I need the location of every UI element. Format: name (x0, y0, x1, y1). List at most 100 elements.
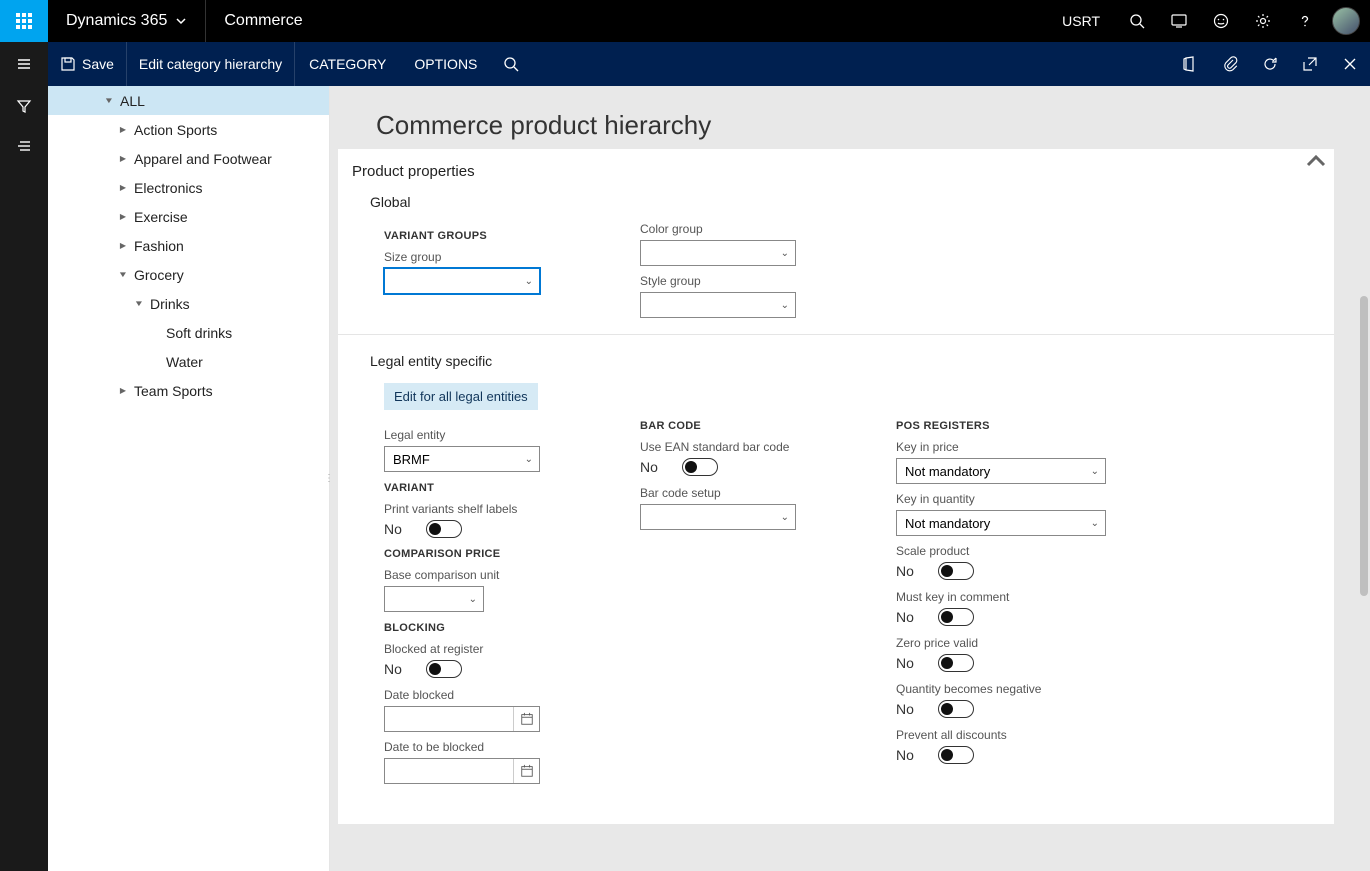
expand-icon[interactable] (116, 211, 130, 222)
office-button[interactable] (1170, 42, 1210, 86)
expand-icon[interactable] (132, 298, 146, 309)
section-title: Product properties (338, 163, 1334, 188)
filter-button[interactable] (0, 86, 48, 126)
search-button[interactable] (1116, 0, 1158, 42)
tree-node[interactable]: Electronics (48, 173, 329, 202)
tree-node-all[interactable]: ALL (48, 86, 329, 115)
popout-button[interactable] (1290, 42, 1330, 86)
save-button[interactable]: Save (48, 42, 127, 86)
scale-product-value: No (896, 563, 920, 579)
popout-icon (1302, 56, 1318, 72)
key-in-quantity-value: Not mandatory (905, 516, 990, 531)
scale-product-label: Scale product (896, 544, 1152, 558)
refresh-button[interactable] (1250, 42, 1290, 86)
tree-node[interactable]: Water (48, 347, 329, 376)
qty-negative-label: Quantity becomes negative (896, 682, 1152, 696)
print-variants-toggle[interactable] (426, 520, 462, 538)
edit-hierarchy-button[interactable]: Edit category hierarchy (127, 42, 295, 86)
chevron-down-icon: ⌄ (525, 276, 533, 287)
chevron-down-icon: ⌄ (525, 454, 533, 465)
zero-price-valid-toggle[interactable] (938, 654, 974, 672)
expand-icon[interactable] (116, 153, 130, 164)
outer-scrollbar[interactable] (1344, 146, 1354, 863)
monitor-icon (1171, 13, 1187, 29)
prevent-discounts-value: No (896, 747, 920, 763)
date-blocked-input[interactable] (384, 706, 540, 732)
date-to-be-blocked-input[interactable] (384, 758, 540, 784)
brand-menu[interactable]: Dynamics 365 (48, 0, 206, 42)
app-launcher[interactable] (0, 0, 48, 42)
tab-category[interactable]: CATEGORY (295, 42, 400, 86)
tree-label: Apparel and Footwear (130, 151, 272, 167)
calendar-icon (520, 712, 534, 726)
tree-node[interactable]: Team Sports (48, 376, 329, 405)
expand-icon[interactable] (116, 385, 130, 396)
tree-label: Electronics (130, 180, 202, 196)
related-button[interactable] (0, 126, 48, 166)
size-group-select[interactable]: ⌄ (384, 268, 540, 294)
legal-entity-select[interactable]: BRMF⌄ (384, 446, 540, 472)
tree-label: Water (162, 354, 203, 370)
zero-price-valid-value: No (896, 655, 920, 671)
tree-label: Fashion (130, 238, 184, 254)
close-button[interactable] (1330, 42, 1370, 86)
user-avatar[interactable] (1332, 7, 1360, 35)
attach-button[interactable] (1210, 42, 1250, 86)
save-label: Save (82, 56, 114, 72)
prevent-discounts-toggle[interactable] (938, 746, 974, 764)
tree-node[interactable]: Apparel and Footwear (48, 144, 329, 173)
tab-options[interactable]: OPTIONS (400, 42, 491, 86)
tree-node[interactable]: Exercise (48, 202, 329, 231)
print-variants-label: Print variants shelf labels (384, 502, 640, 516)
tree-label: Drinks (146, 296, 190, 312)
key-in-quantity-select[interactable]: Not mandatory⌄ (896, 510, 1106, 536)
calendar-button[interactable] (513, 759, 539, 783)
expand-icon[interactable] (102, 95, 116, 106)
expand-icon[interactable] (116, 182, 130, 193)
expand-icon[interactable] (116, 269, 130, 280)
must-key-comment-toggle[interactable] (938, 608, 974, 626)
expand-icon[interactable] (116, 124, 130, 135)
expand-icon[interactable] (116, 240, 130, 251)
scale-product-toggle[interactable] (938, 562, 974, 580)
inner-scrollbar[interactable] (1356, 146, 1368, 863)
calendar-button[interactable] (513, 707, 539, 731)
use-ean-label: Use EAN standard bar code (640, 440, 896, 454)
collapse-button[interactable] (1304, 149, 1328, 173)
settings-button[interactable] (1242, 0, 1284, 42)
tree-node[interactable]: Action Sports (48, 115, 329, 144)
use-ean-value: No (640, 459, 664, 475)
filter-icon (16, 98, 32, 114)
help-button[interactable] (1284, 0, 1326, 42)
feedback-button[interactable] (1200, 0, 1242, 42)
base-comparison-unit-select[interactable]: ⌄ (384, 586, 484, 612)
barcode-setup-select[interactable]: ⌄ (640, 504, 796, 530)
use-ean-toggle[interactable] (682, 458, 718, 476)
tree-node[interactable]: Fashion (48, 231, 329, 260)
blocked-at-register-toggle[interactable] (426, 660, 462, 678)
style-group-label: Style group (640, 274, 896, 288)
edit-hierarchy-label: Edit category hierarchy (139, 56, 282, 72)
module-label: Commerce (206, 0, 320, 42)
key-in-price-value: Not mandatory (905, 464, 990, 479)
tree-node-grocery[interactable]: Grocery (48, 260, 329, 289)
refresh-icon (1262, 56, 1278, 72)
help-icon (1297, 13, 1313, 29)
company-selector[interactable]: USRT (1046, 0, 1116, 42)
scroll-thumb[interactable] (1360, 296, 1368, 596)
cmd-search[interactable] (491, 42, 531, 86)
tree-label: Team Sports (130, 383, 213, 399)
color-group-select[interactable]: ⌄ (640, 240, 796, 266)
chevron-down-icon: ⌄ (781, 300, 789, 311)
qty-negative-toggle[interactable] (938, 700, 974, 718)
style-group-select[interactable]: ⌄ (640, 292, 796, 318)
tree-node-drinks[interactable]: Drinks (48, 289, 329, 318)
brand-label: Dynamics 365 (66, 12, 167, 30)
chevron-down-icon: ⌄ (1091, 466, 1099, 477)
page-title: Commerce product hierarchy (330, 86, 1370, 145)
messages-button[interactable] (1158, 0, 1200, 42)
edit-all-legal-entities-button[interactable]: Edit for all legal entities (384, 383, 538, 410)
nav-toggle[interactable] (0, 42, 48, 86)
key-in-price-select[interactable]: Not mandatory ⌄ (896, 458, 1106, 484)
tree-node[interactable]: Soft drinks (48, 318, 329, 347)
